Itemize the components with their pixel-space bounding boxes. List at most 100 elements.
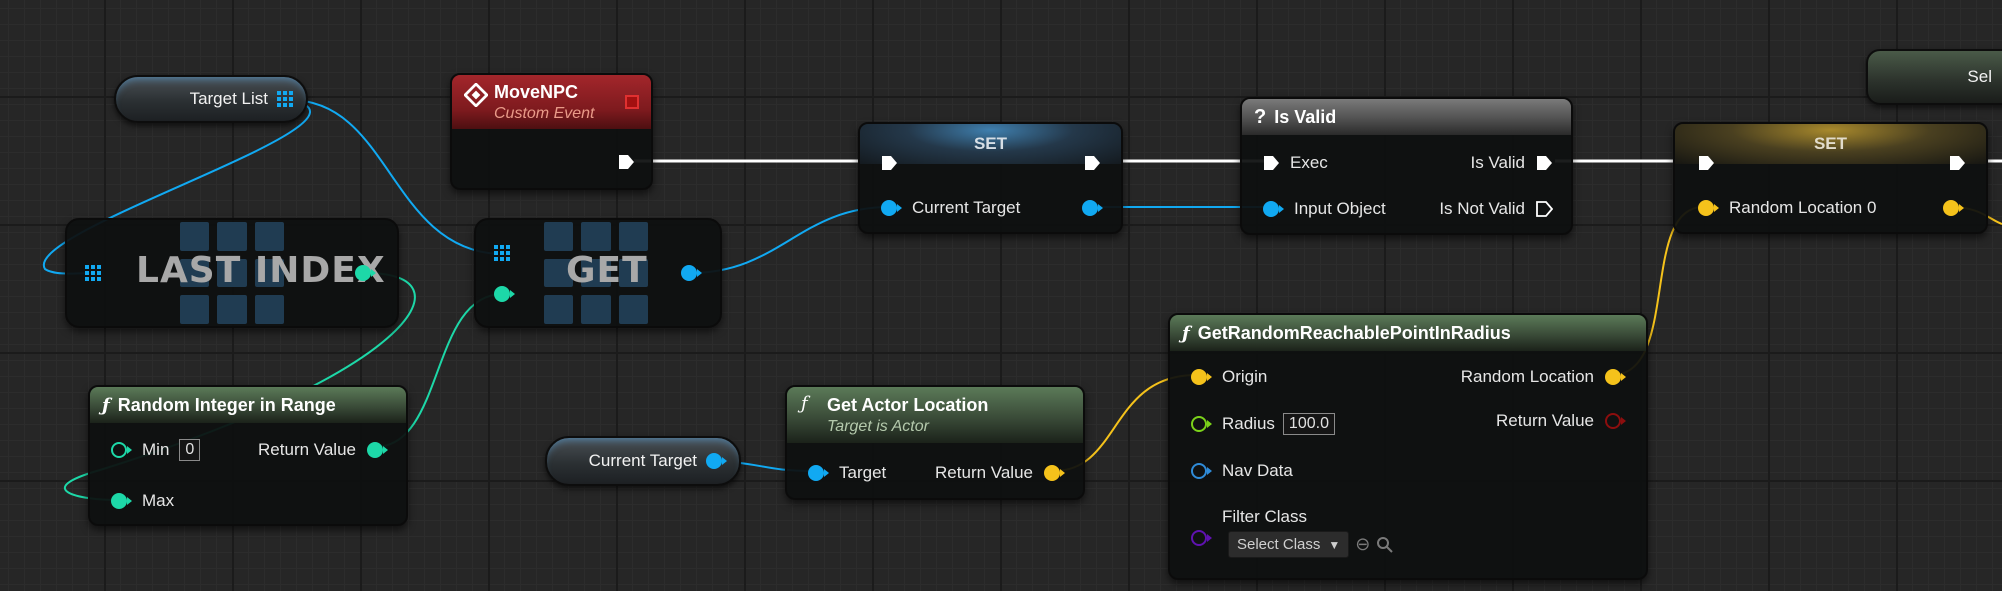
set-random-vector-out-pin[interactable]	[1942, 199, 1964, 217]
is-not-valid-row: Is Not Valid	[1439, 199, 1553, 219]
random-int-return-row: Return Value	[258, 440, 388, 460]
set-current-exec-out-pin[interactable]	[1083, 154, 1101, 172]
actor-return-row: Return Value	[935, 463, 1065, 483]
set-current-input-label: Current Target	[912, 198, 1021, 217]
set-current-header: SET	[860, 124, 1121, 164]
navdata-label: Nav Data	[1222, 461, 1293, 480]
actor-return-pin[interactable]	[1043, 464, 1065, 482]
movenpc-title: MoveNPC	[494, 81, 579, 102]
radius-label: Radius	[1222, 414, 1275, 433]
is-valid-object-in-pin[interactable]	[1262, 200, 1284, 218]
is-valid-exec-label: Exec	[1290, 153, 1328, 172]
set-current-object-in-pin[interactable]	[880, 199, 902, 217]
filter-class-label: Filter Class	[1222, 507, 1308, 526]
partial-node-label: Sel	[1967, 67, 1992, 86]
is-valid-exec-in-pin[interactable]	[1262, 154, 1280, 172]
set-random-location-node[interactable]: SET Random Location 0	[1673, 122, 1988, 234]
get-title: GET	[566, 250, 648, 291]
partial-node-top-right[interactable]: Sel	[1866, 49, 2002, 105]
actor-return-label: Return Value	[935, 463, 1033, 482]
actor-target-row: Target	[807, 463, 886, 483]
filter-class-pin[interactable]	[1190, 529, 1212, 547]
movenpc-subtitle: Custom Event	[494, 104, 595, 122]
question-mark-icon: ?	[1254, 105, 1267, 128]
get-actor-location-node[interactable]: Get Actor Location Target is Actor ƒ Tar…	[785, 385, 1085, 500]
min-input[interactable]: 0	[179, 439, 201, 461]
is-valid-input-row: Input Object	[1262, 199, 1386, 219]
set-current-exec-in-pin[interactable]	[880, 154, 898, 172]
set-random-exec-in-pin[interactable]	[1697, 154, 1715, 172]
max-row: Max	[110, 491, 174, 511]
get-actor-location-header: Get Actor Location Target is Actor	[787, 387, 1083, 443]
reachable-return-row: Return Value	[1496, 411, 1626, 431]
navdata-pin[interactable]	[1190, 462, 1212, 480]
is-valid-exec-out-pin[interactable]	[1535, 154, 1553, 172]
navdata-row: Nav Data	[1190, 461, 1293, 481]
current-target-var-label: Current Target	[588, 451, 697, 470]
target-list-label: Target List	[189, 89, 268, 108]
random-int-return-label: Return Value	[258, 440, 356, 459]
search-icon[interactable]	[1376, 536, 1394, 554]
chevron-down-icon: ▼	[1328, 537, 1341, 552]
actor-target-pin[interactable]	[807, 464, 829, 482]
radius-input[interactable]: 100.0	[1282, 413, 1335, 435]
is-not-valid-exec-out-pin[interactable]	[1535, 200, 1553, 218]
set-random-exec-out-pin[interactable]	[1948, 154, 1966, 172]
reachable-point-title: GetRandomReachablePointInRadius	[1197, 322, 1511, 343]
radius-pin[interactable]	[1190, 415, 1212, 433]
origin-row: Origin	[1190, 367, 1267, 387]
current-target-variable[interactable]: Current Target	[545, 436, 741, 486]
min-row: Min 0	[110, 439, 201, 461]
reachable-point-header: ƒ GetRandomReachablePointInRadius	[1170, 315, 1646, 351]
delegate-pin[interactable]	[625, 95, 639, 109]
array-pin-icon[interactable]	[276, 90, 294, 108]
reachable-return-pin[interactable]	[1604, 412, 1626, 430]
function-icon: ƒ	[801, 393, 808, 414]
min-label: Min	[142, 440, 170, 459]
set-random-title: SET	[1813, 134, 1848, 153]
get-actor-location-subtitle: Target is Actor	[827, 417, 929, 435]
is-valid-exec-row: Exec	[1262, 153, 1328, 173]
set-current-title: SET	[973, 134, 1008, 153]
is-valid-input-label: Input Object	[1294, 199, 1386, 218]
is-valid-title: Is Valid	[1274, 106, 1337, 127]
random-location-label: Random Location	[1460, 367, 1594, 386]
reachable-return-label: Return Value	[1496, 411, 1594, 430]
current-target-var-pin[interactable]	[705, 452, 727, 470]
last-index-output-pin[interactable]	[354, 264, 376, 282]
select-class-dropdown[interactable]: Select Class ▼	[1228, 531, 1350, 558]
last-index-array-input-pin[interactable]	[84, 264, 102, 282]
is-valid-header: ? Is Valid	[1242, 99, 1571, 135]
set-current-object-out-pin[interactable]	[1081, 199, 1103, 217]
is-valid-node[interactable]: ? Is Valid Exec Is Valid Input Object Is…	[1240, 97, 1573, 235]
radius-row: Radius 100.0	[1190, 413, 1335, 435]
random-integer-node[interactable]: ƒ Random Integer in Range Min 0 Return V…	[88, 385, 408, 526]
actor-target-label: Target	[839, 463, 887, 482]
get-index-input-pin[interactable]	[493, 285, 515, 303]
use-selected-arrow-icon[interactable]: ⊖	[1355, 534, 1370, 555]
set-current-target-node[interactable]: SET Current Target	[858, 122, 1123, 234]
reachable-point-node[interactable]: ƒ GetRandomReachablePointInRadius Origin…	[1168, 313, 1648, 580]
random-int-header: ƒ Random Integer in Range	[90, 387, 406, 423]
function-icon: ƒ	[102, 394, 110, 416]
filter-class-label-row: Filter Class	[1222, 507, 1307, 527]
get-array-input-pin[interactable]	[493, 244, 511, 262]
get-output-pin[interactable]	[680, 264, 702, 282]
max-pin[interactable]	[110, 492, 132, 510]
movenpc-exec-out-pin[interactable]	[617, 153, 635, 171]
filter-class-controls: Select Class ▼ ⊖	[1228, 531, 1394, 558]
set-random-vector-in-pin[interactable]	[1697, 199, 1719, 217]
movenpc-event-node[interactable]: MoveNPC Custom Event	[450, 73, 653, 190]
target-list-variable[interactable]: Target List	[114, 75, 308, 123]
get-actor-location-title: Get Actor Location	[827, 394, 989, 415]
random-int-return-pin[interactable]	[366, 441, 388, 459]
random-location-row: Random Location	[1461, 367, 1626, 387]
function-icon: ƒ	[1182, 322, 1190, 344]
min-pin[interactable]	[110, 441, 132, 459]
random-location-pin[interactable]	[1604, 368, 1626, 386]
set-random-input-label: Random Location 0	[1729, 198, 1877, 217]
random-int-title: Random Integer in Range	[117, 394, 336, 415]
set-current-input-row: Current Target	[880, 198, 1020, 218]
origin-pin[interactable]	[1190, 368, 1212, 386]
is-not-valid-label: Is Not Valid	[1439, 199, 1525, 218]
